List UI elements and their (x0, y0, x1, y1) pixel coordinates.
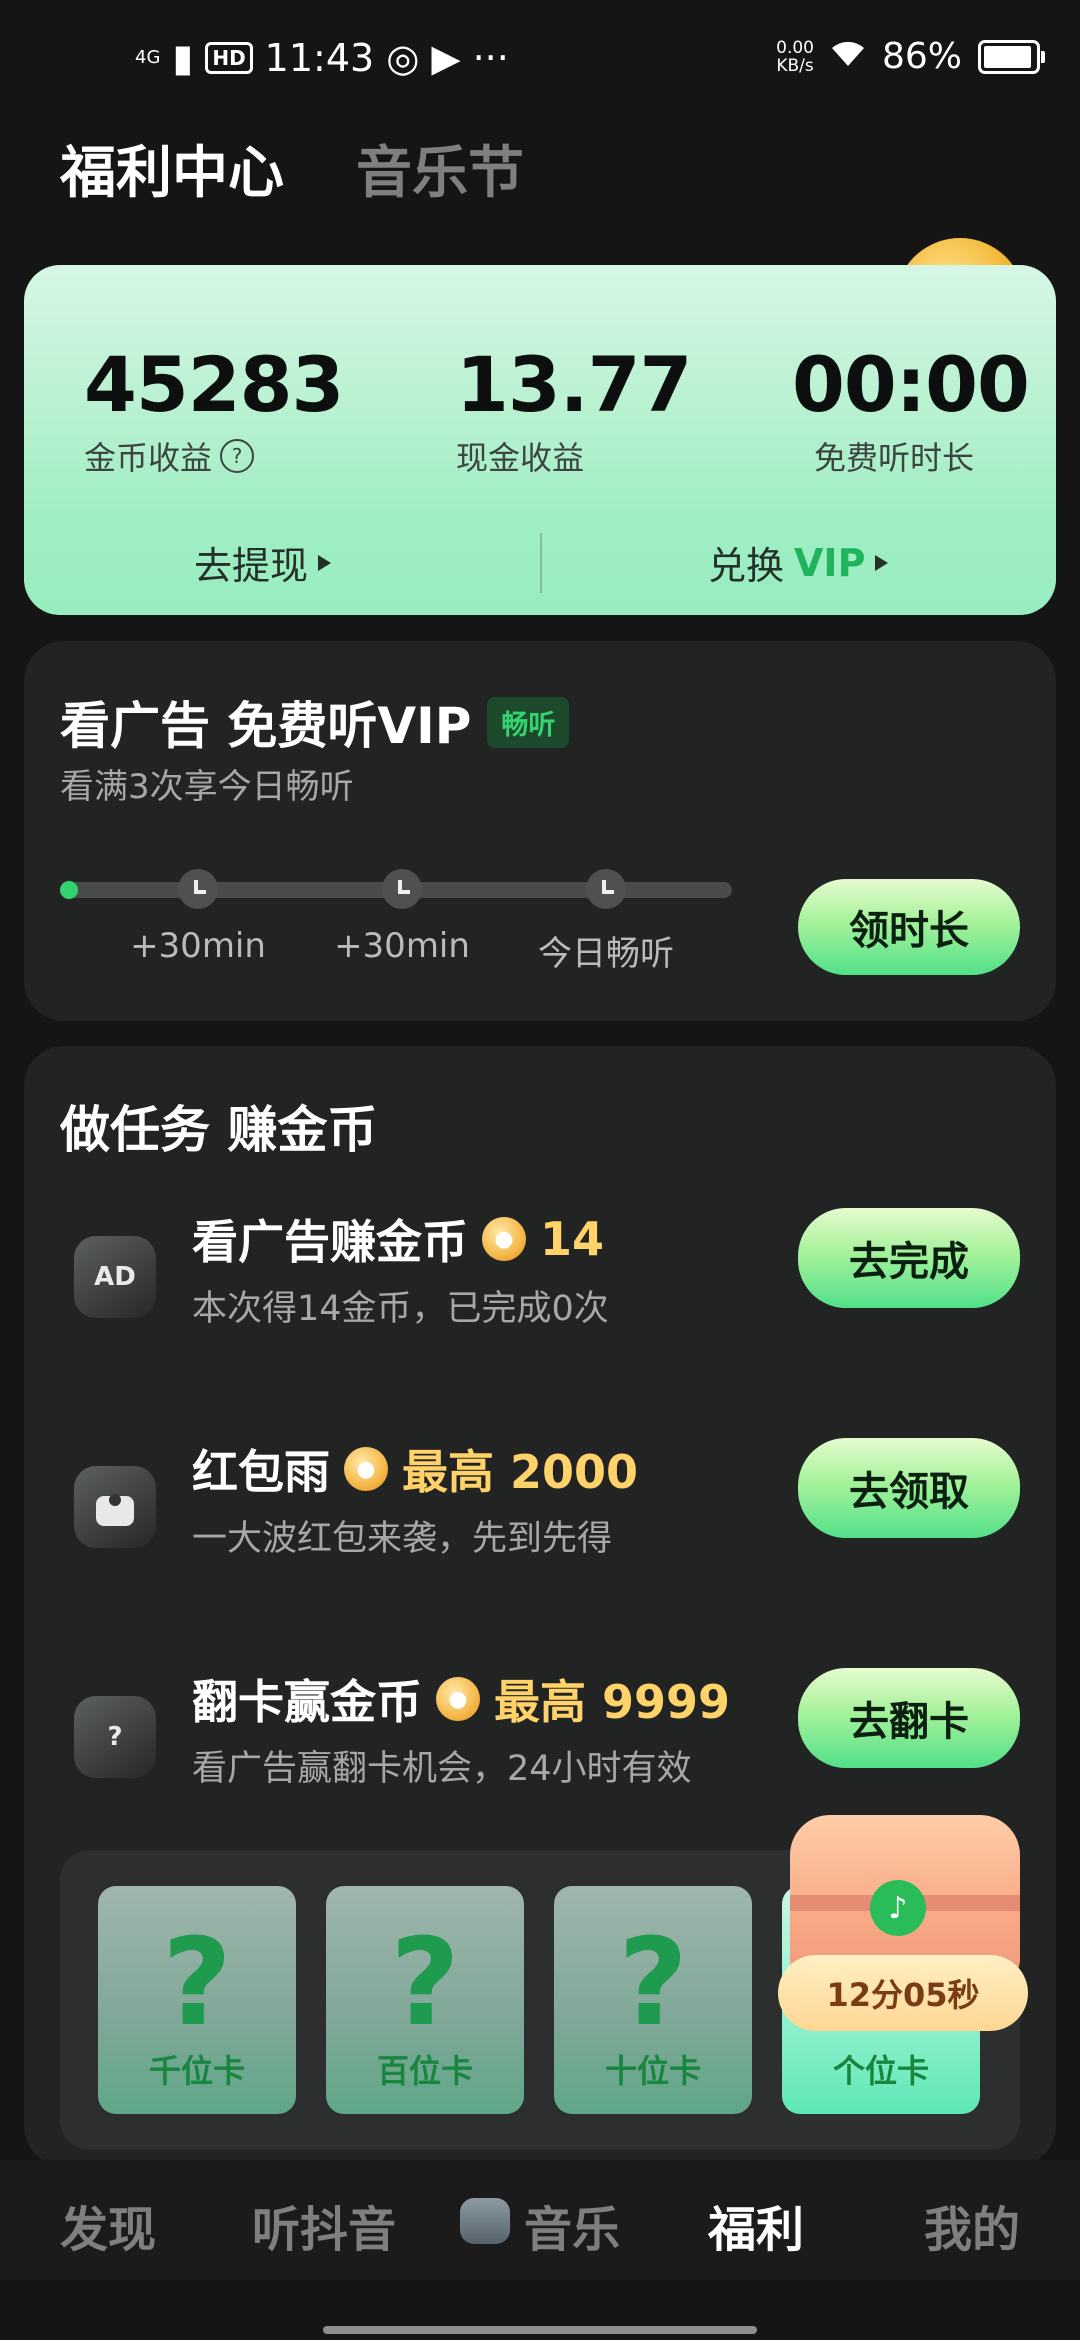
flip-card-icon: ? (74, 1696, 156, 1778)
task-reward: 14 (540, 1212, 605, 1266)
cash-summary[interactable]: 13.77 现金收益 (456, 340, 776, 479)
cash-label: 现金收益 (456, 439, 585, 477)
status-right: 0.00 KB/s 86% (776, 36, 1045, 77)
vip-tag: 畅听 (487, 696, 570, 748)
coins-label-row: 金币收益 ? (84, 433, 404, 479)
arrow-right-icon (875, 554, 889, 571)
earnings-card: 45283 金币收益 ? 13.77 现金收益 00:00 免费听时长 去提现 … (24, 265, 1056, 615)
listen-time-summary[interactable]: 00:00 免费听时长 (792, 340, 1056, 479)
video-notification-icon: ▶ (431, 36, 461, 80)
question-mark-icon: ? (618, 1914, 688, 2053)
claim-time-button[interactable]: 领时长 (798, 879, 1020, 975)
flip-button[interactable]: 去翻卡 (798, 1668, 1020, 1768)
chest-timer[interactable]: 12分05秒 (778, 1955, 1028, 2031)
battery-percent: 86% (881, 36, 962, 77)
arrow-right-icon (318, 554, 332, 571)
wifi-icon (830, 36, 866, 77)
task-title: 红包雨 (192, 1445, 330, 1499)
milestone-label: +30min (334, 926, 470, 966)
battery-icon (978, 39, 1045, 74)
flip-card-label: 千位卡 (148, 2052, 245, 2090)
coin-icon: ● (482, 1217, 526, 1261)
music-note-icon: ♪ (870, 1880, 926, 1936)
question-mark-icon: ? (390, 1914, 460, 2053)
nav-listen-douyin[interactable]: 听抖音 (252, 2190, 396, 2260)
listen-time-label: 免费听时长 (814, 439, 975, 477)
exchange-label: 兑换 (708, 544, 785, 588)
clock-icon (178, 869, 218, 909)
vip-title: 看广告 免费听VIP (60, 697, 472, 755)
music-avatar-icon (460, 2198, 510, 2244)
task-row-watch-ad: AD 看广告赚金币 ● 14 本次得14金币，已完成0次 去完成 (24, 1206, 1056, 1386)
signal-icon: ▮ (172, 36, 194, 80)
task-row-red-packet: 红包雨 ● 最高 2000 一大波红包来袭，先到先得 去领取 (24, 1436, 1056, 1616)
red-packet-icon (74, 1466, 156, 1548)
complete-button[interactable]: 去完成 (798, 1208, 1020, 1308)
more-notifications: ··· (472, 36, 509, 80)
network-indicator: 4G (135, 47, 161, 68)
flip-card-label: 个位卡 (832, 2052, 929, 2090)
task-title-row: 看广告赚金币 ● 14 (192, 1206, 604, 1272)
vip-ad-card: 看广告 免费听VIP 畅听 看满3次享今日畅听 +30min +30min 今日… (24, 641, 1056, 1021)
nav-discover[interactable]: 发现 (60, 2190, 156, 2260)
status-left: 4G ▮ HD 11:43 ◎ ▶ ··· (135, 36, 509, 80)
speed-unit: KB/s (776, 55, 814, 76)
tab-music-festival[interactable]: 音乐节 (356, 128, 524, 209)
milestone-label: +30min (130, 926, 266, 966)
task-reward: 最高 2000 (402, 1445, 639, 1499)
withdraw-button[interactable]: 去提现 (194, 535, 332, 590)
status-bar: 4G ▮ HD 11:43 ◎ ▶ ··· 0.00 KB/s 86% (0, 0, 1080, 110)
clock-icon (382, 869, 422, 909)
coins-label: 金币收益 (84, 439, 213, 477)
flip-card-tens[interactable]: ? 十位卡 (554, 1886, 752, 2114)
cash-value: 13.77 (456, 340, 692, 429)
coin-icon: ● (344, 1447, 388, 1491)
hd-icon: HD (205, 42, 253, 74)
task-reward: 最高 9999 (494, 1675, 731, 1729)
divider (540, 533, 542, 593)
task-title-row: 红包雨 ● 最高 2000 (192, 1436, 638, 1502)
listen-time-value: 00:00 (792, 340, 1030, 429)
task-desc: 看广告赢翻卡机会，24小时有效 (192, 1749, 692, 1789)
task-heading: 做任务 赚金币 (60, 1101, 378, 1159)
task-desc: 一大波红包来袭，先到先得 (192, 1519, 613, 1559)
app-notification-icon: ◎ (386, 36, 420, 80)
claim-button[interactable]: 去领取 (798, 1438, 1020, 1538)
clock-time: 11:43 (264, 36, 375, 80)
milestone-label: 今日畅听 (538, 934, 674, 974)
tab-welfare-center[interactable]: 福利中心 (60, 128, 284, 209)
flip-card-label: 百位卡 (376, 2052, 473, 2090)
home-indicator[interactable] (323, 2326, 757, 2334)
help-icon[interactable]: ? (220, 439, 255, 473)
ad-icon: AD (74, 1236, 156, 1318)
task-title-row: 翻卡赢金币 ● 最高 9999 (192, 1666, 730, 1732)
task-title: 翻卡赢金币 (192, 1675, 422, 1729)
task-title: 看广告赚金币 (192, 1215, 468, 1269)
coins-value: 45283 (84, 340, 344, 429)
network-speed: 0.00 KB/s (776, 39, 814, 75)
speed-value: 0.00 (776, 37, 814, 58)
withdraw-label: 去提现 (194, 544, 309, 588)
flip-card-hundreds[interactable]: ? 百位卡 (326, 1886, 524, 2114)
nav-music[interactable]: 音乐 (524, 2190, 620, 2260)
progress-start-dot (60, 881, 78, 899)
top-tabs: 福利中心 音乐节 (60, 128, 524, 209)
exchange-vip-button[interactable]: 兑换 VIP (708, 535, 889, 590)
flip-card-label: 十位卡 (604, 2052, 701, 2090)
nav-mine[interactable]: 我的 (924, 2190, 1020, 2260)
coin-icon: ● (436, 1677, 480, 1721)
question-mark-icon: ? (162, 1914, 232, 2053)
nav-welfare[interactable]: 福利 (708, 2190, 804, 2260)
coins-summary[interactable]: 45283 金币收益 ? (84, 340, 404, 479)
vip-title-row: 看广告 免费听VIP 畅听 (60, 686, 570, 758)
vip-label: VIP (794, 540, 866, 585)
task-desc: 本次得14金币，已完成0次 (192, 1289, 609, 1329)
flip-card-thousands[interactable]: ? 千位卡 (98, 1886, 296, 2114)
clock-icon (586, 869, 626, 909)
vip-subtitle: 看满3次享今日畅听 (60, 767, 354, 807)
